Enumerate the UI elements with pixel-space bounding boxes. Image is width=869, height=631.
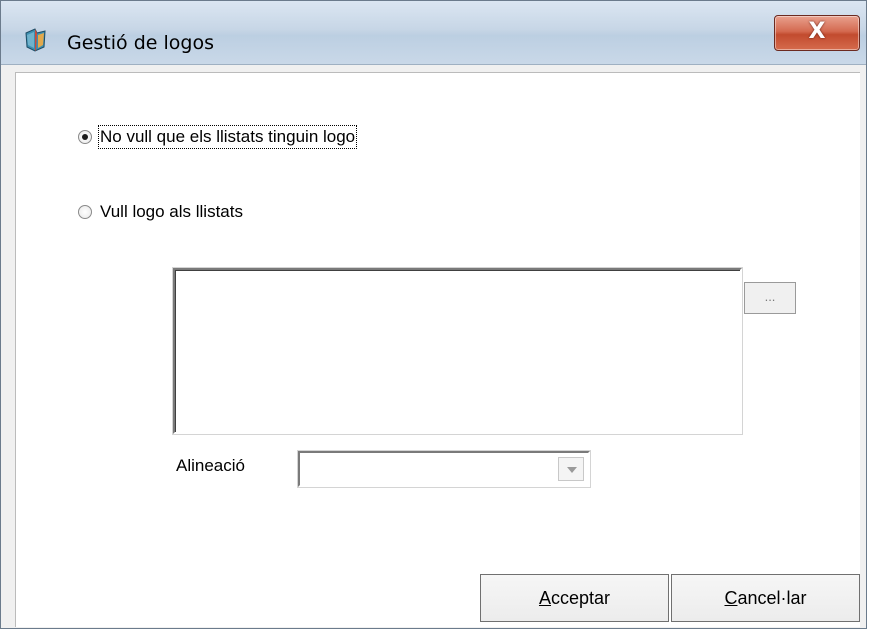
alignment-label: Alineació xyxy=(176,456,245,475)
dialog-body: No vull que els llistats tinguin logo Vu… xyxy=(15,72,860,627)
radio-no-logo[interactable] xyxy=(78,130,92,144)
chevron-down-icon[interactable] xyxy=(558,457,584,481)
option-no-logo-label[interactable]: No vull que els llistats tinguin logo xyxy=(97,125,358,149)
cancel-label-rest: ancel·lar xyxy=(737,588,807,608)
accept-button[interactable]: Acceptar xyxy=(480,574,669,622)
close-icon: X xyxy=(808,19,826,44)
close-button[interactable]: X xyxy=(774,15,860,51)
radio-with-logo[interactable] xyxy=(78,205,92,219)
option-no-logo[interactable]: No vull que els llistats tinguin logo xyxy=(78,125,358,149)
logo-preview-box xyxy=(173,268,742,434)
browse-button[interactable]: ... xyxy=(744,282,796,314)
cancel-mnemonic: C xyxy=(724,588,738,608)
alignment-select[interactable] xyxy=(298,451,590,487)
app-icon xyxy=(25,28,46,52)
option-with-logo[interactable]: Vull logo als llistats xyxy=(78,202,243,222)
dialog-window: Gestió de logos X No vull que els llista… xyxy=(0,0,867,629)
accept-mnemonic: A xyxy=(538,588,551,608)
cancel-button[interactable]: Cancel·lar xyxy=(671,574,860,622)
window-title: Gestió de logos xyxy=(67,32,214,54)
title-bar[interactable]: Gestió de logos X xyxy=(1,1,866,65)
accept-label-rest: cceptar xyxy=(550,588,611,608)
option-with-logo-label[interactable]: Vull logo als llistats xyxy=(100,202,243,222)
